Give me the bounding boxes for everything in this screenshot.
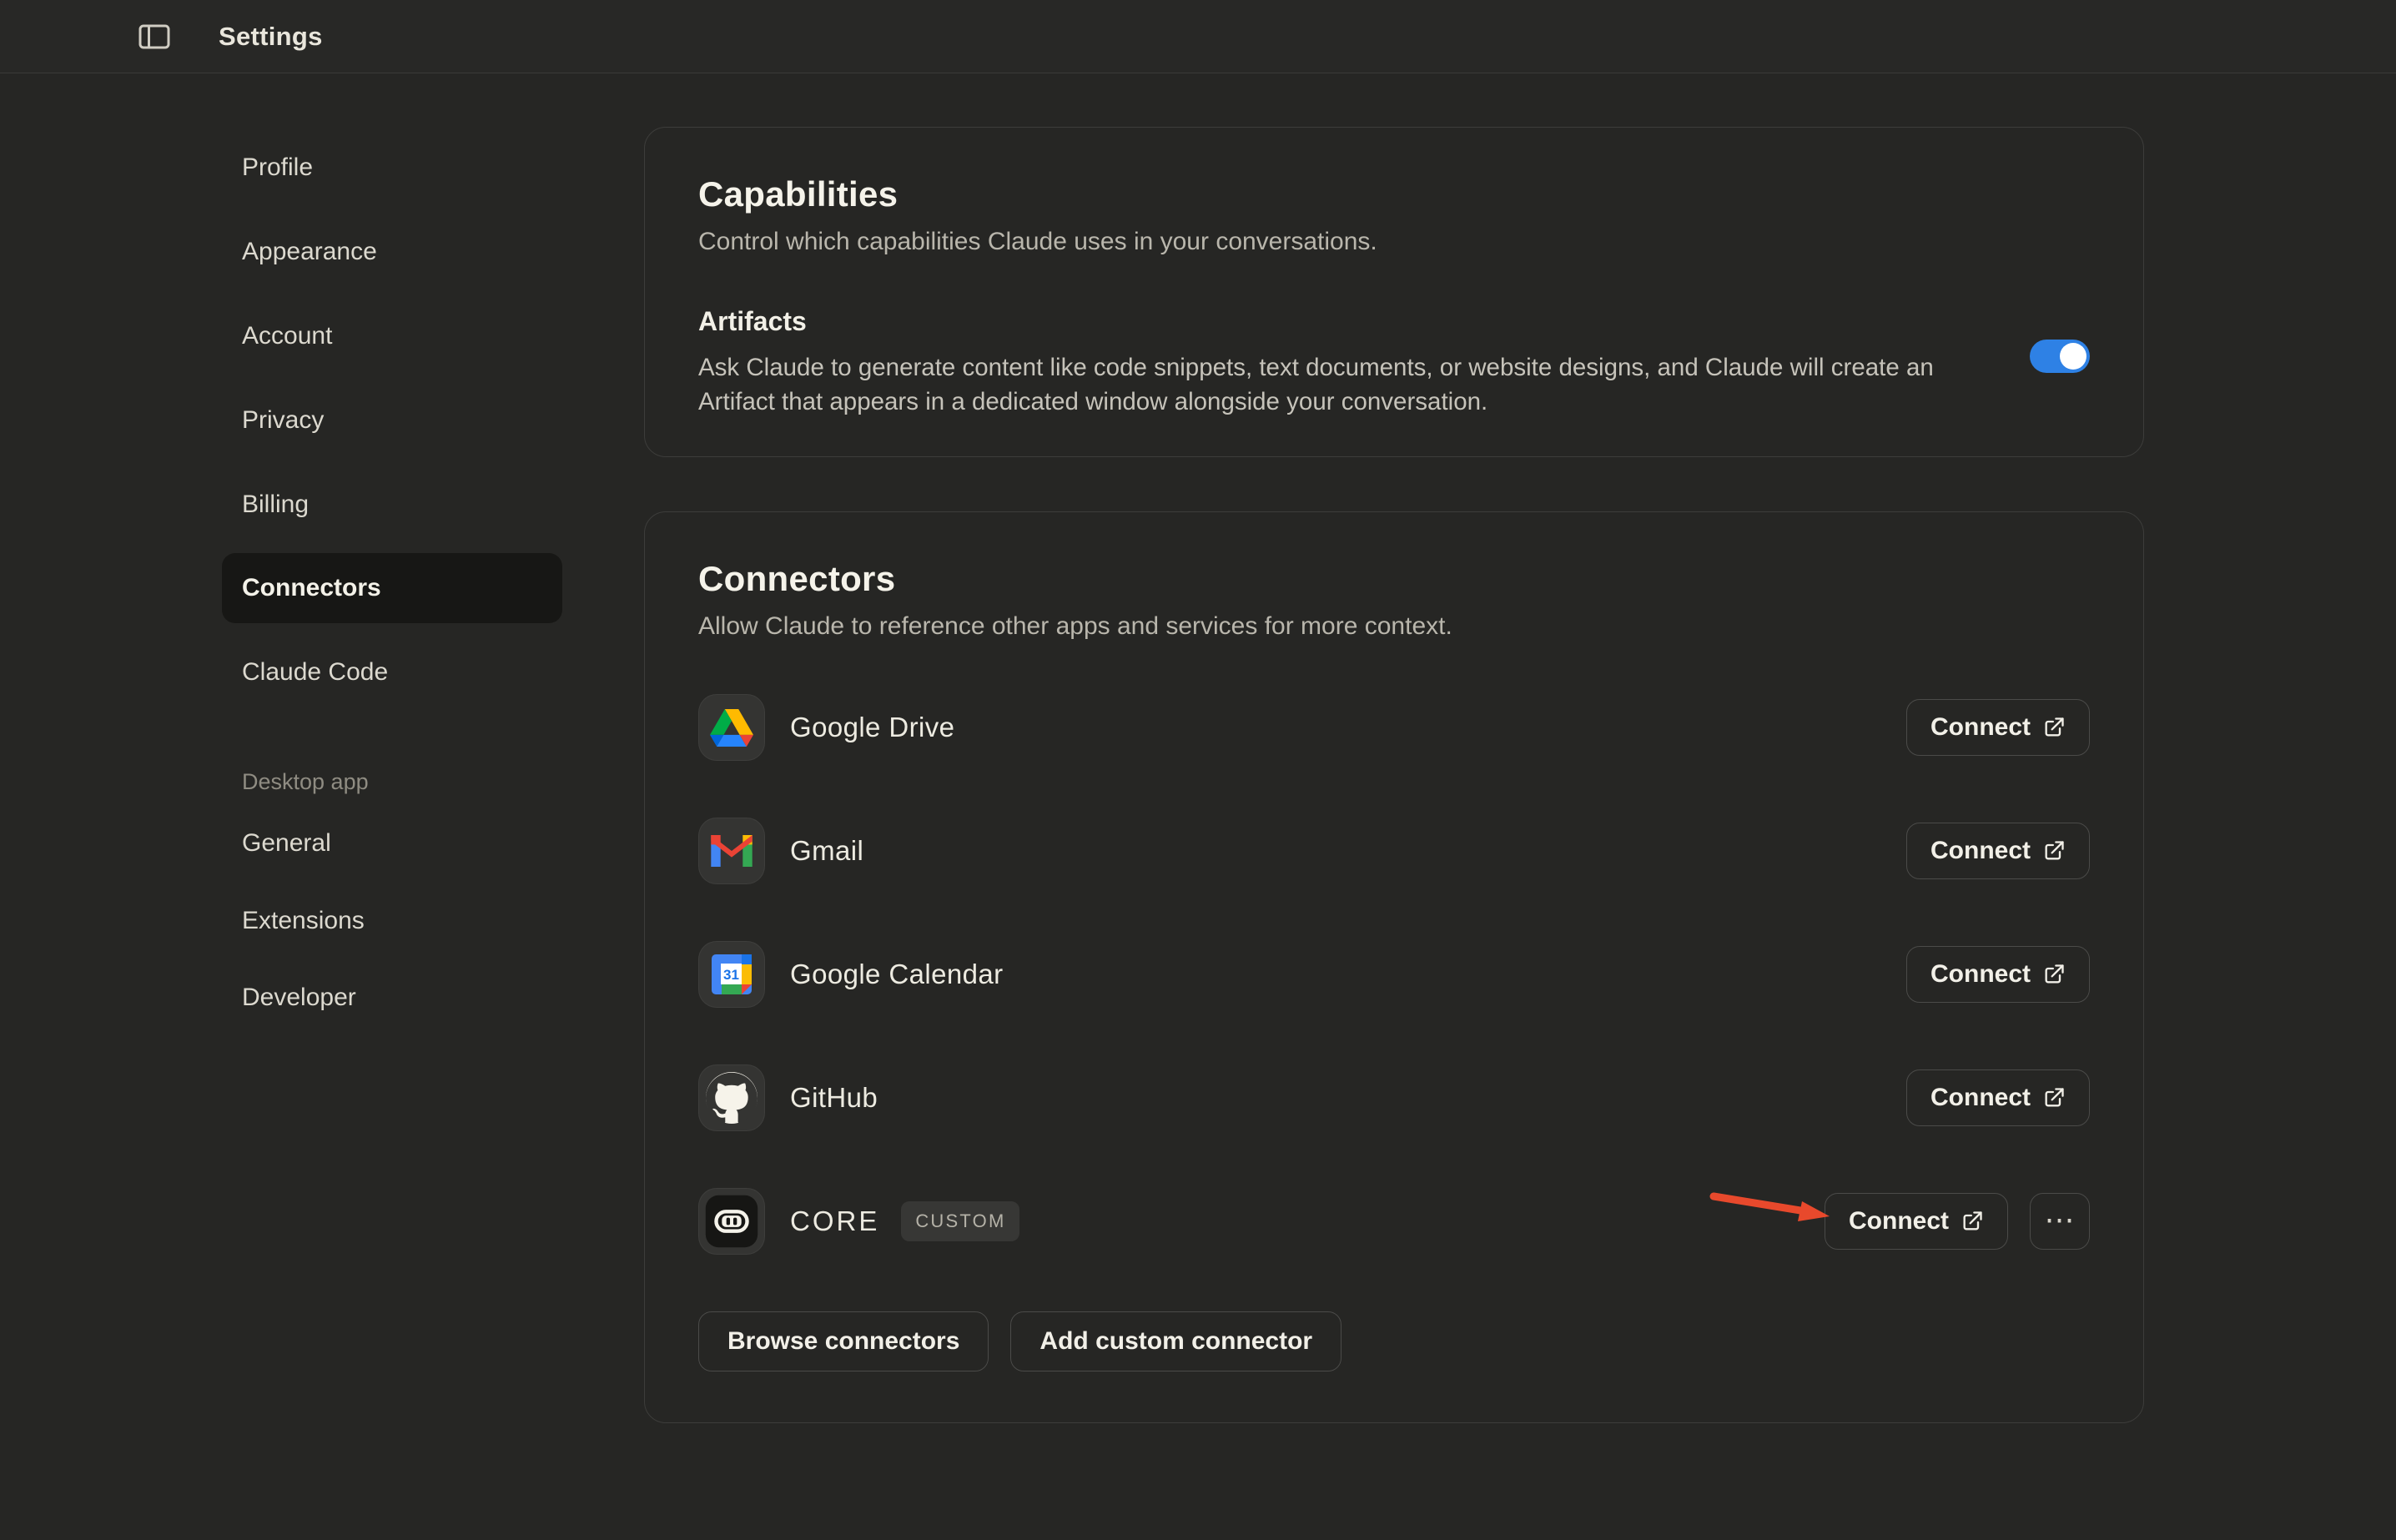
settings-sidebar: Profile Appearance Account Privacy Billi… [222,73,564,1241]
gmail-icon [698,818,765,884]
external-link-icon [2042,839,2066,863]
connect-button-label: Connect [1930,837,2031,865]
artifacts-setting-row: Artifacts Ask Claude to generate content… [698,306,2090,419]
connectors-title: Connectors [698,559,2090,599]
svg-text:31: 31 [723,967,739,983]
sidebar-section-desktop-app: Desktop app [222,761,562,803]
sidebar-item-profile[interactable]: Profile [222,133,562,203]
sidebar-item-privacy[interactable]: Privacy [222,385,562,455]
github-icon [698,1064,765,1131]
connector-row-github: GitHub Connect [698,1036,2090,1160]
add-custom-connector-button[interactable]: Add custom connector [1010,1311,1341,1371]
sidebar-toggle-icon[interactable] [138,24,170,49]
capabilities-card: Capabilities Control which capabilities … [644,127,2144,457]
artifacts-title: Artifacts [698,306,1966,337]
connectors-subtitle: Allow Claude to reference other apps and… [698,612,2090,641]
core-icon [698,1188,765,1255]
artifacts-toggle[interactable] [2030,340,2090,373]
connector-row-google-calendar: 31 Google Calendar Connect [698,913,2090,1036]
capabilities-subtitle: Control which capabilities Claude uses i… [698,228,2090,256]
google-calendar-icon: 31 [698,941,765,1008]
connector-name: Gmail [790,835,863,867]
connector-row-gmail: Gmail Connect [698,789,2090,913]
connector-name: CORE [790,1205,879,1237]
connectors-footer: Browse connectors Add custom connector [698,1311,2090,1371]
google-drive-icon [698,694,765,761]
custom-badge: CUSTOM [901,1201,1019,1241]
sidebar-item-appearance[interactable]: Appearance [222,217,562,287]
connect-google-calendar-button[interactable]: Connect [1906,946,2090,1003]
external-link-icon [2042,963,2066,986]
sidebar-item-developer[interactable]: Developer [222,963,562,1033]
connect-button-label: Connect [1930,713,2031,742]
connect-core-button[interactable]: Connect [1825,1193,2008,1250]
artifacts-description: Ask Claude to generate content like code… [698,350,1966,419]
sidebar-item-general[interactable]: General [222,808,562,878]
core-more-options-button[interactable]: ⋯ [2030,1193,2090,1250]
connect-gmail-button[interactable]: Connect [1906,823,2090,879]
connector-row-core: CORE CUSTOM Connect ⋯ [698,1160,2090,1283]
connector-name: GitHub [790,1082,878,1114]
browse-connectors-button[interactable]: Browse connectors [698,1311,989,1371]
connect-github-button[interactable]: Connect [1906,1069,2090,1126]
capabilities-title: Capabilities [698,174,2090,214]
sidebar-item-connectors[interactable]: Connectors [222,553,562,623]
claude-settings-window: { "topbar": { "title": "Settings" }, "si… [0,0,2396,1540]
connector-name: Google Drive [790,712,954,743]
connect-button-label: Connect [1930,1084,2031,1112]
connect-google-drive-button[interactable]: Connect [1906,699,2090,756]
connectors-list: Google Drive Connect Gmail [698,666,2090,1283]
sidebar-item-billing[interactable]: Billing [222,470,562,540]
external-link-icon [1961,1210,1984,1233]
connect-button-label: Connect [1849,1207,1949,1236]
connectors-card: Connectors Allow Claude to reference oth… [644,511,2144,1423]
sidebar-item-claude-code[interactable]: Claude Code [222,637,562,707]
toggle-knob [2060,343,2086,370]
topbar: Settings [0,0,2396,73]
page-title: Settings [219,0,323,73]
connector-row-google-drive: Google Drive Connect [698,666,2090,789]
connect-button-label: Connect [1930,960,2031,989]
external-link-icon [2042,716,2066,739]
connector-name: Google Calendar [790,959,1004,990]
sidebar-item-extensions[interactable]: Extensions [222,886,562,956]
external-link-icon [2042,1086,2066,1110]
sidebar-item-account[interactable]: Account [222,301,562,371]
